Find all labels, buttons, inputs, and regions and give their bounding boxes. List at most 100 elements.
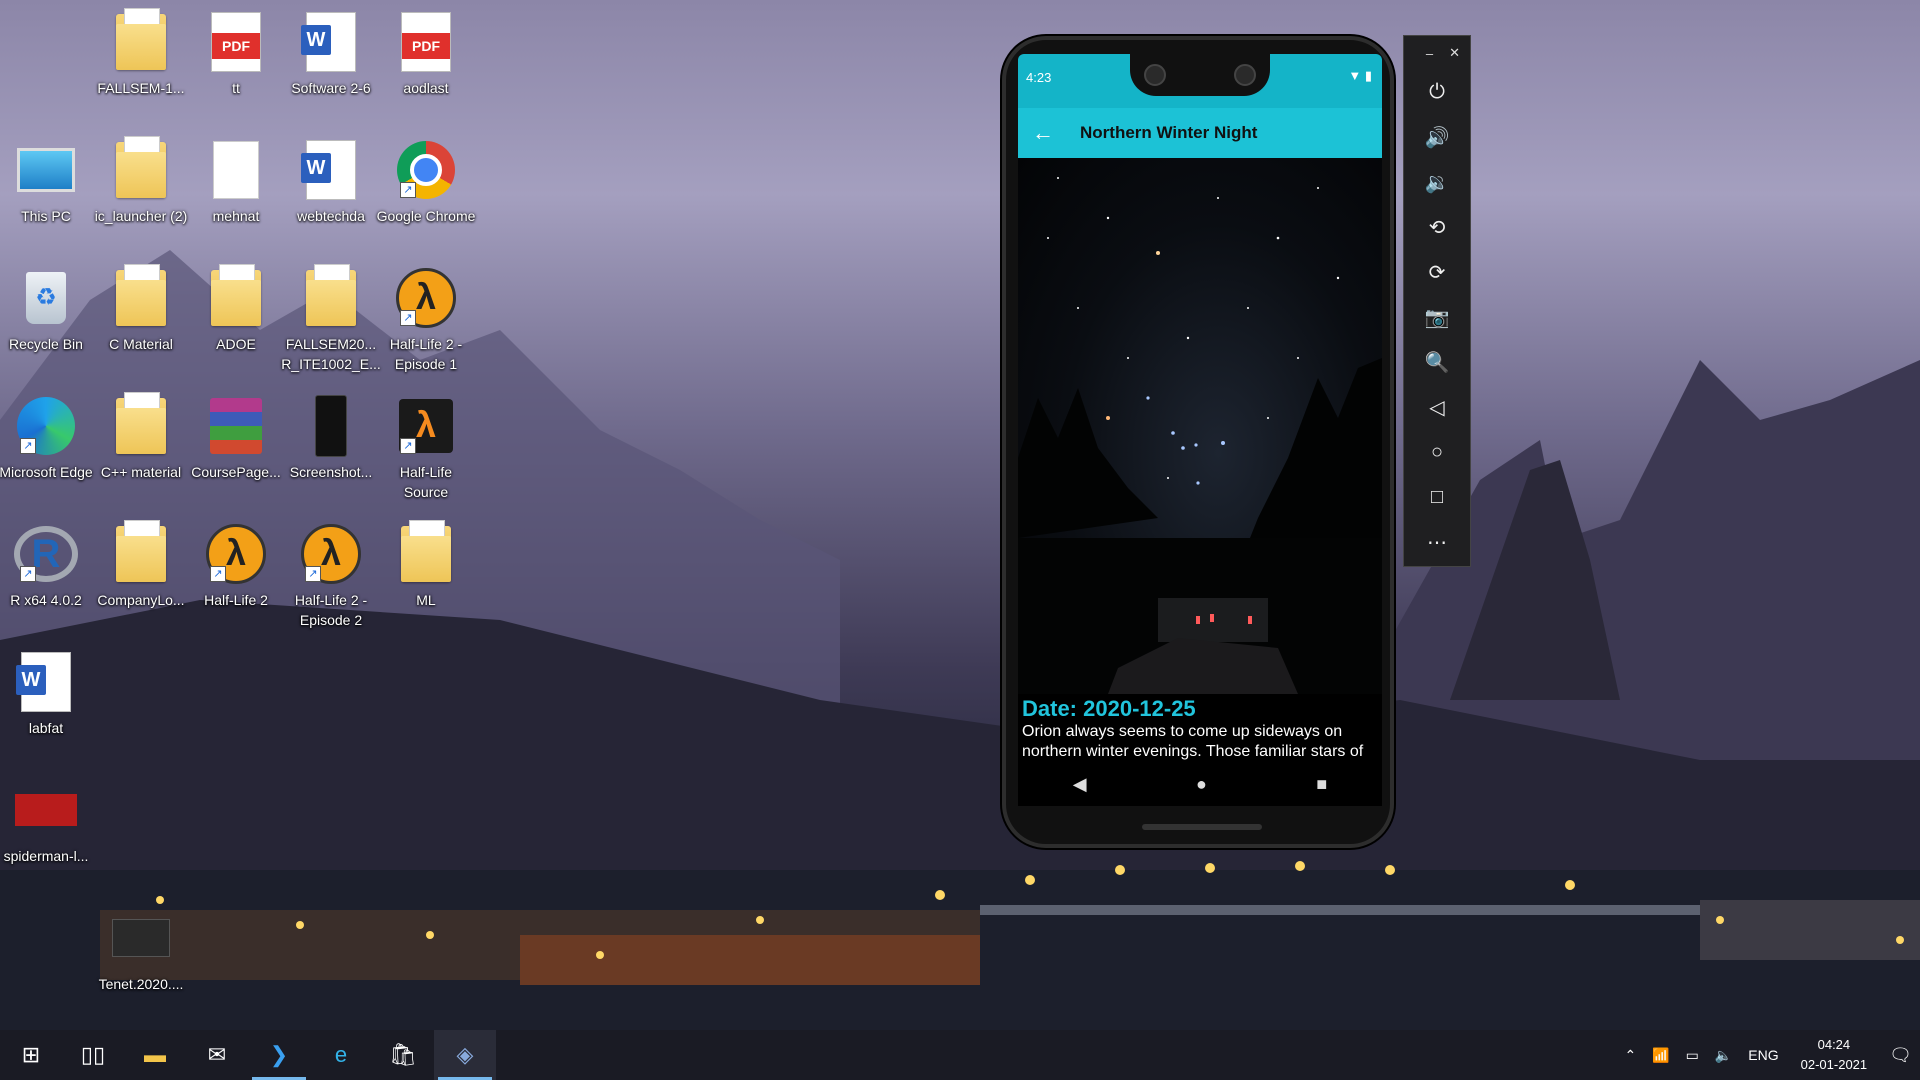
desktop-icon-word[interactable]: Wlabfat xyxy=(0,650,96,738)
notification-icon[interactable]: 🗨 xyxy=(1889,1045,1912,1066)
desktop-icon-pdf[interactable]: PDF tt xyxy=(186,10,286,98)
desktop-icon-recycle-bin[interactable]: ♻ Recycle Bin xyxy=(0,266,96,354)
folder-icon xyxy=(109,392,173,458)
start-button[interactable]: ⊞ xyxy=(0,1030,62,1080)
language-indicator[interactable]: ENG xyxy=(1748,1047,1778,1063)
camera-icon[interactable]: 📷 xyxy=(1404,295,1470,340)
desktop-icon-half-life[interactable]: λ ↗ Half-Life 2 - Episode 1 xyxy=(376,266,476,374)
status-bar: 4:23 ▼ ▮ xyxy=(1018,54,1382,108)
desktop-icon-edge[interactable]: ↗ Microsoft Edge xyxy=(0,394,96,482)
nav-home-icon[interactable]: ● xyxy=(1196,774,1207,795)
lambda-icon: λ ↗ xyxy=(394,394,458,458)
more-icon[interactable]: ⋯ xyxy=(1404,520,1470,565)
camera-notch xyxy=(1130,54,1270,96)
overview-icon[interactable]: □ xyxy=(1404,475,1470,520)
pdf-icon: PDF xyxy=(204,10,268,74)
chevron-up-icon[interactable]: ⌃ xyxy=(1624,1047,1636,1064)
battery-icon[interactable]: ▭ xyxy=(1686,1047,1699,1064)
desktop-icon-folder[interactable]: ADOE xyxy=(186,264,286,354)
app-title: Northern Winter Night xyxy=(1080,123,1258,142)
computer-icon xyxy=(14,138,78,202)
lambda-icon: λ ↗ xyxy=(204,522,268,586)
desktop-icon-this-pc[interactable]: This PC xyxy=(0,138,96,226)
desktop-icon-video[interactable]: Tenet.2020.... xyxy=(91,906,191,994)
volume-icon[interactable]: 🔈 xyxy=(1715,1047,1732,1064)
desktop-icon-word[interactable]: Wwebtechda xyxy=(281,138,381,226)
stars xyxy=(1018,177,1382,694)
lambda-icon: λ ↗ xyxy=(299,522,363,586)
edge-icon: ↗ xyxy=(14,394,78,458)
home-icon[interactable]: ○ xyxy=(1404,430,1470,475)
mail-icon[interactable]: ✉ xyxy=(186,1030,248,1080)
back-arrow-icon[interactable]: ← xyxy=(1018,120,1068,146)
power-icon[interactable]: ⏻ xyxy=(1404,70,1470,115)
taskbar: ⊞ ▯▯ ▬ ✉ ❯ e 🛍 ◈ ⌃ 📶 ▭ 🔈 ENG 04:24 02-01… xyxy=(0,1030,1920,1080)
pdf-icon: PDF xyxy=(394,10,458,74)
back-icon[interactable]: ◁ xyxy=(1404,385,1470,430)
folder-icon xyxy=(204,264,268,330)
image-icon xyxy=(299,394,363,458)
desktop-icon-folder[interactable]: ML xyxy=(376,520,476,610)
chrome-icon: ↗ xyxy=(394,138,458,202)
rotate-left-icon[interactable]: ⟲ xyxy=(1404,205,1470,250)
folder-icon xyxy=(299,264,363,330)
emulator-taskbar-icon[interactable]: ◈ xyxy=(434,1030,496,1080)
video-icon xyxy=(109,906,173,970)
folder-icon xyxy=(109,136,173,202)
winrar-icon xyxy=(204,394,268,458)
desktop-icon-word[interactable]: W Software 2-6 xyxy=(281,10,381,98)
folder-icon xyxy=(394,520,458,586)
volume-up-icon[interactable]: 🔊 xyxy=(1404,115,1470,160)
emulator-toolbar: – ✕ ⏻ 🔊 🔉 ⟲ ⟳ 📷 🔍 ◁ ○ □ ⋯ xyxy=(1403,35,1471,567)
android-nav-bar: ◀ ● ■ xyxy=(1018,762,1382,806)
desktop-icon-chrome[interactable]: ↗ Google Chrome xyxy=(376,138,476,226)
folder-icon xyxy=(109,520,173,586)
store-icon[interactable]: 🛍 xyxy=(372,1030,434,1080)
desktop-icon-r[interactable]: R ↗ R x64 4.0.2 xyxy=(0,522,96,610)
emulator-window-controls: – ✕ xyxy=(1404,36,1470,70)
nav-back-icon[interactable]: ◀ xyxy=(1073,774,1087,795)
desktop-icon-winrar[interactable]: CoursePage... xyxy=(186,394,286,482)
close-icon[interactable]: ✕ xyxy=(1449,45,1460,61)
word-icon: W xyxy=(299,138,363,202)
night-sky-image xyxy=(1018,158,1382,694)
desktop-icon-folder[interactable]: CompanyLo... xyxy=(91,520,191,610)
file-explorer-icon[interactable]: ▬ xyxy=(124,1030,186,1080)
app-bar: ← Northern Winter Night xyxy=(1018,108,1382,158)
nav-recents-icon[interactable]: ■ xyxy=(1316,774,1327,795)
edge-taskbar-icon[interactable]: e xyxy=(310,1030,372,1080)
desktop-icon-doc[interactable]: mehnat xyxy=(186,138,286,226)
word-icon: W xyxy=(299,10,363,74)
article-date: Date: 2020-12-25 xyxy=(1022,696,1196,721)
vscode-icon[interactable]: ❯ xyxy=(248,1030,310,1080)
rotate-right-icon[interactable]: ⟳ xyxy=(1404,250,1470,295)
document-icon xyxy=(204,138,268,202)
folder-icon xyxy=(109,8,173,74)
volume-down-icon[interactable]: 🔉 xyxy=(1404,160,1470,205)
desktop-icon-half-life-2-ep2[interactable]: λ ↗ Half-Life 2 - Episode 2 xyxy=(281,522,381,630)
emulator-phone: 4:23 ▼ ▮ ← Northern Winter Night Date: 2… xyxy=(1002,36,1394,848)
desktop-icon-folder[interactable]: FALLSEM20... R_ITE1002_E... xyxy=(281,264,381,374)
wifi-battery-icon: ▼ ▮ xyxy=(1348,68,1372,83)
desktop-icon-folder[interactable]: FALLSEM-1... xyxy=(91,8,191,98)
desktop-icon-screenshot[interactable]: Screenshot... xyxy=(281,394,381,482)
desktop-icon-folder[interactable]: ic_launcher (2) xyxy=(91,136,191,226)
desktop-icon-half-life-2[interactable]: λ ↗ Half-Life 2 xyxy=(186,522,286,610)
clock-time: 04:24 xyxy=(1817,1037,1851,1052)
network-icon[interactable]: 📶 xyxy=(1652,1047,1669,1064)
lambda-icon: λ ↗ xyxy=(394,266,458,330)
desktop-icon-pdf[interactable]: PDF aodlast xyxy=(376,10,476,98)
phone-screen: 4:23 ▼ ▮ ← Northern Winter Night Date: 2… xyxy=(1018,54,1382,806)
desktop-icon-half-life-source[interactable]: λ ↗ Half-Life Source xyxy=(376,394,476,502)
folder-icon xyxy=(109,264,173,330)
desktop-icon-folder[interactable]: C Material xyxy=(91,264,191,354)
minimize-icon[interactable]: – xyxy=(1426,46,1433,61)
clock-date: 02-01-2021 xyxy=(1800,1057,1868,1072)
task-view-icon[interactable]: ▯▯ xyxy=(62,1030,124,1080)
clock[interactable]: 04:24 02-01-2021 xyxy=(1801,1035,1868,1075)
r-icon: R ↗ xyxy=(14,522,78,586)
status-time: 4:23 xyxy=(1026,70,1052,85)
desktop-icon-image[interactable]: spiderman-l... xyxy=(0,778,96,866)
zoom-icon[interactable]: 🔍 xyxy=(1404,340,1470,385)
desktop-icon-folder[interactable]: C++ material xyxy=(91,392,191,482)
